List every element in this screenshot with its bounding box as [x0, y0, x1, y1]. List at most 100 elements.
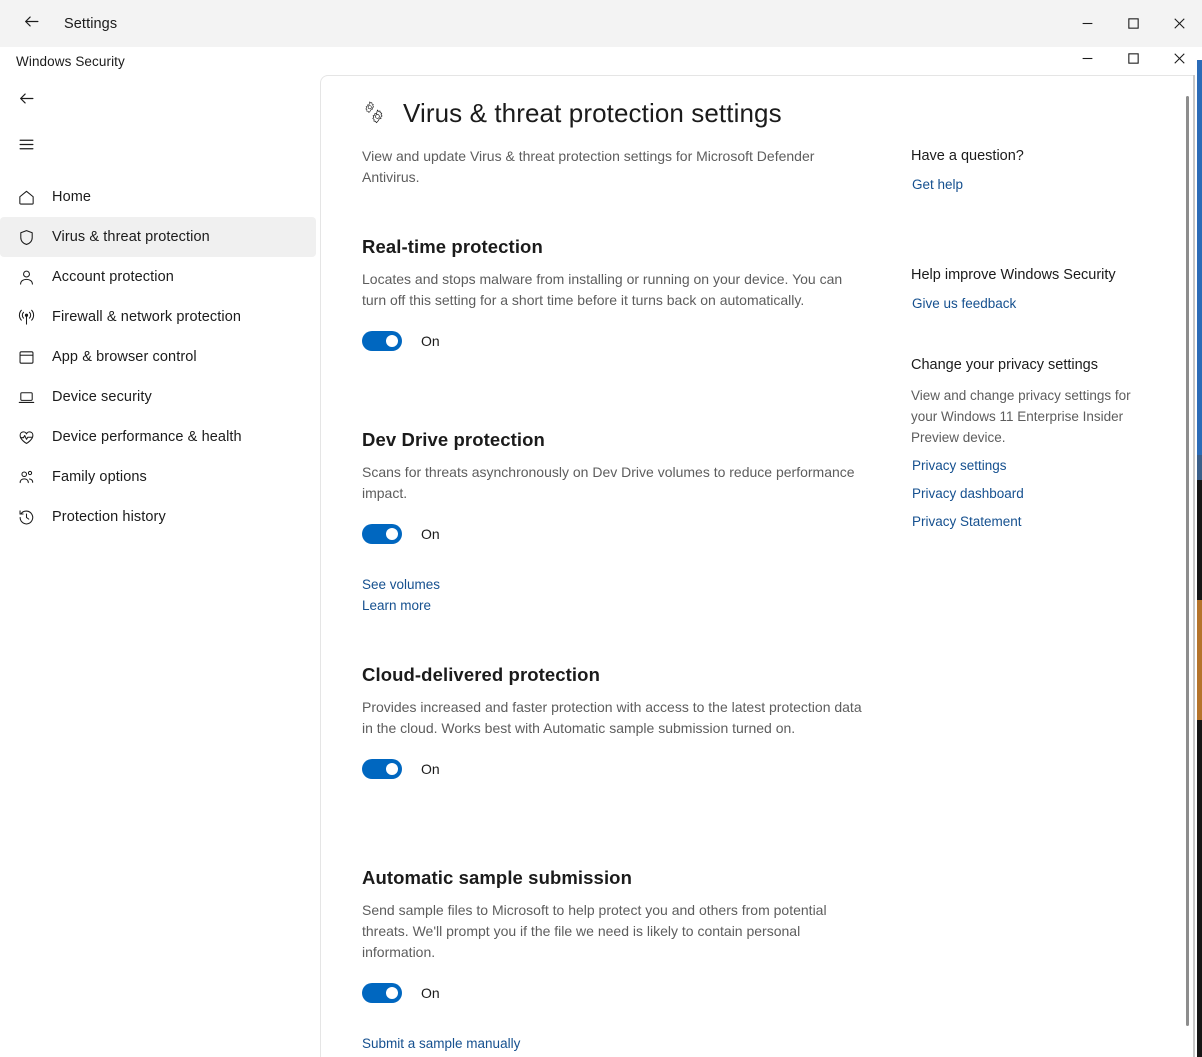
sidebar-nav-list: Home Virus & threat protection Acco	[0, 177, 320, 537]
toggle-knob	[386, 763, 398, 775]
maximize-icon	[1127, 17, 1140, 30]
back-arrow-icon	[18, 90, 35, 112]
sidebar-item-firewall-network-protection[interactable]: Firewall & network protection	[0, 297, 316, 337]
heart-pulse-icon	[14, 425, 38, 449]
section-cloud-delivered-protection: Cloud-delivered protection Provides incr…	[362, 664, 862, 779]
app-root: Settings Windows Security	[0, 0, 1202, 1057]
section-links: Submit a sample manually	[362, 1033, 862, 1054]
section-dev-drive-protection: Dev Drive protection Scans for threats a…	[362, 429, 862, 616]
back-arrow-icon	[23, 13, 40, 35]
section-description: Provides increased and faster protection…	[362, 697, 862, 739]
toggle-state-label: On	[421, 526, 440, 542]
settings-titlebar: Settings	[0, 0, 1202, 47]
laptop-icon	[14, 385, 38, 409]
security-close-button[interactable]	[1156, 47, 1202, 75]
toggle-knob	[386, 335, 398, 347]
content-panel: Virus & threat protection settings View …	[320, 75, 1193, 1057]
sidebar-item-label: Protection history	[52, 509, 166, 525]
toggle-state-label: On	[421, 333, 440, 349]
settings-window-title: Settings	[64, 16, 117, 32]
content-scrollbar[interactable]	[1179, 76, 1193, 1057]
learn-more-link[interactable]: Learn more	[362, 595, 862, 616]
sidebar-item-label: Device performance & health	[52, 429, 242, 445]
security-maximize-button[interactable]	[1110, 47, 1156, 75]
dev-drive-protection-toggle[interactable]	[362, 524, 402, 544]
privacy-settings-link[interactable]: Privacy settings	[912, 455, 1151, 476]
person-icon	[14, 265, 38, 289]
settings-back-button[interactable]	[8, 8, 54, 40]
close-icon	[1173, 52, 1186, 70]
settings-maximize-button[interactable]	[1110, 0, 1156, 47]
privacy-dashboard-link[interactable]: Privacy dashboard	[912, 483, 1151, 504]
toggle-row: On	[362, 524, 862, 544]
sidebar-item-device-security[interactable]: Device security	[0, 377, 316, 417]
settings-minimize-button[interactable]	[1064, 0, 1110, 47]
section-title: Dev Drive protection	[362, 429, 862, 451]
submit-sample-manually-link[interactable]: Submit a sample manually	[362, 1033, 862, 1054]
page-title: Virus & threat protection settings	[403, 98, 782, 129]
scrollbar-thumb[interactable]	[1186, 96, 1189, 1026]
shield-icon	[14, 225, 38, 249]
clock-history-icon	[14, 505, 38, 529]
home-icon	[14, 185, 38, 209]
section-automatic-sample-submission: Automatic sample submission Send sample …	[362, 867, 862, 1054]
info-heading: Change your privacy settings	[911, 355, 1151, 376]
security-window-title: Windows Security	[16, 54, 125, 69]
sidebar-item-virus-threat-protection[interactable]: Virus & threat protection	[0, 217, 316, 257]
give-us-feedback-link[interactable]: Give us feedback	[912, 293, 1151, 314]
sidebar-item-label: App & browser control	[52, 349, 197, 365]
sidebar-item-family-options[interactable]: Family options	[0, 457, 316, 497]
people-group-icon	[14, 465, 38, 489]
privacy-statement-link[interactable]: Privacy Statement	[912, 511, 1151, 532]
sidebar-item-label: Virus & threat protection	[52, 229, 210, 245]
sidebar-item-app-browser-control[interactable]: App & browser control	[0, 337, 316, 377]
sidebar-item-device-performance-health[interactable]: Device performance & health	[0, 417, 316, 457]
sidebar-item-protection-history[interactable]: Protection history	[0, 497, 316, 537]
settings-close-button[interactable]	[1156, 0, 1202, 47]
sidebar-item-account-protection[interactable]: Account protection	[0, 257, 316, 297]
section-title: Automatic sample submission	[362, 867, 862, 889]
sidebar-back-button[interactable]	[6, 83, 46, 119]
info-panel: Have a question? Get help Help improve W…	[911, 146, 1151, 532]
sidebar-item-label: Firewall & network protection	[52, 309, 241, 325]
section-real-time-protection: Real-time protection Locates and stops m…	[362, 236, 862, 351]
info-block-privacy-settings: Change your privacy settings View and ch…	[911, 355, 1151, 532]
security-minimize-button[interactable]	[1064, 47, 1110, 75]
info-heading: Have a question?	[911, 146, 1151, 167]
real-time-protection-toggle[interactable]	[362, 331, 402, 351]
background-window-edge-dark	[1197, 480, 1202, 1057]
see-volumes-link[interactable]: See volumes	[362, 574, 862, 595]
sidebar-item-label: Device security	[52, 389, 152, 405]
automatic-sample-submission-toggle[interactable]	[362, 983, 402, 1003]
sidebar-item-home[interactable]: Home	[0, 177, 316, 217]
minimize-icon	[1081, 17, 1094, 30]
security-titlebar: Windows Security	[0, 47, 1202, 75]
info-body: View and change privacy settings for you…	[911, 385, 1151, 448]
background-window-edge-orange	[1197, 600, 1202, 720]
security-window-controls	[1064, 47, 1202, 75]
toggle-state-label: On	[421, 761, 440, 777]
settings-window-controls	[1064, 0, 1202, 47]
info-block-help-improve: Help improve Windows Security Give us fe…	[911, 265, 1151, 314]
info-heading: Help improve Windows Security	[911, 265, 1151, 286]
toggle-knob	[386, 987, 398, 999]
minimize-icon	[1081, 52, 1094, 70]
cloud-delivered-protection-toggle[interactable]	[362, 759, 402, 779]
section-description: Scans for threats asynchronously on Dev …	[362, 462, 862, 504]
get-help-link[interactable]: Get help	[912, 174, 1151, 195]
content-inner: Virus & threat protection settings View …	[321, 76, 1193, 1057]
section-title: Real-time protection	[362, 236, 862, 258]
browser-window-icon	[14, 345, 38, 369]
info-block-have-a-question: Have a question? Get help	[911, 146, 1151, 195]
section-links: See volumes Learn more	[362, 574, 862, 616]
section-description: Locates and stops malware from installin…	[362, 269, 862, 311]
section-description: Send sample files to Microsoft to help p…	[362, 900, 862, 963]
toggle-row: On	[362, 983, 862, 1003]
toggle-row: On	[362, 759, 862, 779]
wifi-signal-icon	[14, 305, 38, 329]
sidebar-menu-button[interactable]	[6, 129, 46, 165]
page-subtitle: View and update Virus & threat protectio…	[362, 146, 862, 188]
toggle-knob	[386, 528, 398, 540]
settings-gears-icon	[361, 99, 391, 129]
hamburger-menu-icon	[18, 136, 35, 158]
